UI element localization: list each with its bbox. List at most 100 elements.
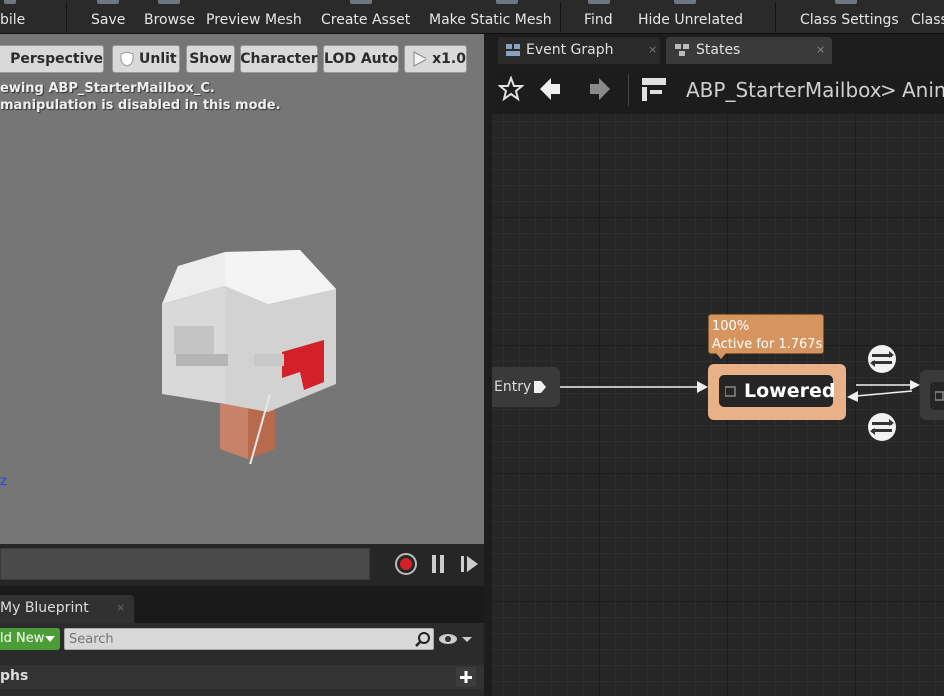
unlit-button[interactable]: Unlit xyxy=(112,45,180,73)
close-tab-icon[interactable]: × xyxy=(116,601,125,614)
hierarchy-icon xyxy=(642,78,666,101)
search-icon[interactable] xyxy=(415,631,431,647)
toolbar-separator xyxy=(775,2,776,32)
play-speed-button[interactable]: x1.0 xyxy=(404,45,467,73)
class-settings-label: Class Settings xyxy=(800,12,899,28)
viewport-message-line1: ewing ABP_StarterMailbox_C. xyxy=(0,81,215,96)
find-label: Find xyxy=(584,12,613,28)
axis-z-label: z xyxy=(0,474,7,489)
shield-icon xyxy=(120,51,134,67)
graph-breadcrumb-bar: ABP_StarterMailbox > Anim xyxy=(492,66,944,114)
state-node-body xyxy=(930,382,944,410)
class-settings-button[interactable]: Class Settings xyxy=(800,0,899,33)
tab-my-blueprint-label: My Blueprint xyxy=(0,600,89,616)
record-button[interactable] xyxy=(394,552,418,576)
compile-label: bile xyxy=(0,12,26,28)
pause-button[interactable] xyxy=(428,552,448,576)
perspective-icon xyxy=(6,62,7,63)
arrow-right-icon xyxy=(590,78,610,100)
state-node-lowered[interactable]: Lowered xyxy=(708,364,846,420)
state-node-next[interactable] xyxy=(920,370,944,420)
graphs-section-label: phs xyxy=(0,668,29,684)
graphs-section-header[interactable]: phs xyxy=(0,665,484,689)
search-field[interactable] xyxy=(64,628,434,650)
state-machine-graph[interactable]: Entry 100% Active for 1.767s Lowered xyxy=(492,114,944,696)
main-toolbar: bile Save Browse Preview Mesh Create Ass… xyxy=(0,0,944,34)
character-button[interactable]: Character xyxy=(240,45,318,73)
my-blueprint-panel: My Blueprint × ld New phs xyxy=(0,586,484,696)
compile-icon xyxy=(4,0,16,4)
find-button[interactable]: Find xyxy=(584,0,614,33)
viewport-message-line2: manipulation is disabled in this mode. xyxy=(0,98,281,113)
lod-label: LOD Auto xyxy=(324,51,398,67)
tab-my-blueprint[interactable]: My Blueprint × xyxy=(0,595,134,623)
transition-rule-icon[interactable] xyxy=(867,344,897,374)
hide-unrelated-label: Hide Unrelated xyxy=(638,12,744,28)
binoculars-icon xyxy=(588,0,610,4)
browse-icon xyxy=(158,0,180,4)
add-new-button[interactable]: ld New xyxy=(0,628,60,650)
add-graph-button[interactable] xyxy=(456,667,476,687)
state-debug-tooltip: 100% Active for 1.767s xyxy=(708,314,824,354)
search-input[interactable] xyxy=(69,630,399,648)
eye-icon xyxy=(439,634,472,644)
preview-mesh-label: Preview Mesh xyxy=(206,12,302,28)
browse-label: Browse xyxy=(144,12,195,28)
save-icon xyxy=(97,0,119,4)
class-settings-icon xyxy=(835,0,857,4)
tooltip-pointer xyxy=(716,353,726,359)
lod-button[interactable]: LOD Auto xyxy=(323,45,399,73)
timeline-scrubber[interactable] xyxy=(0,548,370,580)
play-speed-label: x1.0 xyxy=(432,51,466,67)
graph-hierarchy-button[interactable] xyxy=(640,76,670,104)
star-icon xyxy=(497,75,525,102)
state-weight-text: 100% xyxy=(712,319,750,334)
state-active-time-text: Active for 1.767s xyxy=(712,337,823,352)
state-icon xyxy=(935,391,944,401)
play-icon xyxy=(413,51,427,67)
arrow-left-icon xyxy=(540,78,560,100)
create-asset-label: Create Asset xyxy=(321,12,411,28)
preview-viewport[interactable]: Perspective Unlit Show Character LOD Aut… xyxy=(0,34,484,544)
hide-unrelated-button[interactable]: Hide Unrelated xyxy=(638,0,743,33)
compile-button[interactable]: bile xyxy=(0,0,26,33)
make-static-mesh-icon xyxy=(496,0,519,4)
breadcrumb-root[interactable]: ABP_StarterMailbox xyxy=(686,78,882,102)
tab-event-graph-label: Event Graph xyxy=(526,42,614,58)
tab-event-graph[interactable]: Event Graph × xyxy=(498,37,660,64)
make-static-mesh-button[interactable]: Make Static Mesh xyxy=(429,0,552,33)
create-asset-button[interactable]: Create Asset xyxy=(321,0,410,33)
graph-tab-bar: Event Graph × States × xyxy=(492,34,944,66)
state-icon xyxy=(725,386,736,397)
transition-rule-icon[interactable] xyxy=(867,412,897,442)
pause-icon xyxy=(432,555,444,573)
forward-button[interactable] xyxy=(586,76,612,102)
favorite-button[interactable] xyxy=(497,75,525,102)
playback-bar xyxy=(0,544,484,586)
my-blueprint-body: ld New phs xyxy=(0,623,484,696)
back-button[interactable] xyxy=(538,76,564,102)
hide-unrelated-icon xyxy=(674,0,696,4)
state-node-body: Lowered xyxy=(719,375,836,407)
step-forward-icon xyxy=(461,556,478,572)
class-defaults-label: Class xyxy=(911,12,944,28)
class-defaults-button[interactable]: Class xyxy=(911,0,944,33)
close-tab-icon[interactable]: × xyxy=(648,43,657,56)
preview-mesh-button[interactable]: Preview Mesh xyxy=(206,0,302,33)
close-tab-icon[interactable]: × xyxy=(816,43,825,56)
toolbar-separator xyxy=(66,2,67,32)
perspective-button[interactable]: Perspective xyxy=(0,45,104,73)
unlit-label: Unlit xyxy=(139,51,177,67)
tab-states[interactable]: States × xyxy=(666,37,832,64)
create-asset-icon xyxy=(350,0,372,4)
browse-button[interactable]: Browse xyxy=(144,0,195,33)
record-icon xyxy=(395,553,417,575)
show-button[interactable]: Show xyxy=(186,45,235,73)
save-button[interactable]: Save xyxy=(91,0,125,33)
view-options-button[interactable] xyxy=(438,629,474,649)
step-forward-button[interactable] xyxy=(458,552,480,576)
state-node-label: Lowered xyxy=(744,380,836,402)
panel-splitter[interactable] xyxy=(484,34,492,696)
breadcrumb-current[interactable]: Anim xyxy=(902,78,944,102)
tab-states-label: States xyxy=(696,42,741,58)
